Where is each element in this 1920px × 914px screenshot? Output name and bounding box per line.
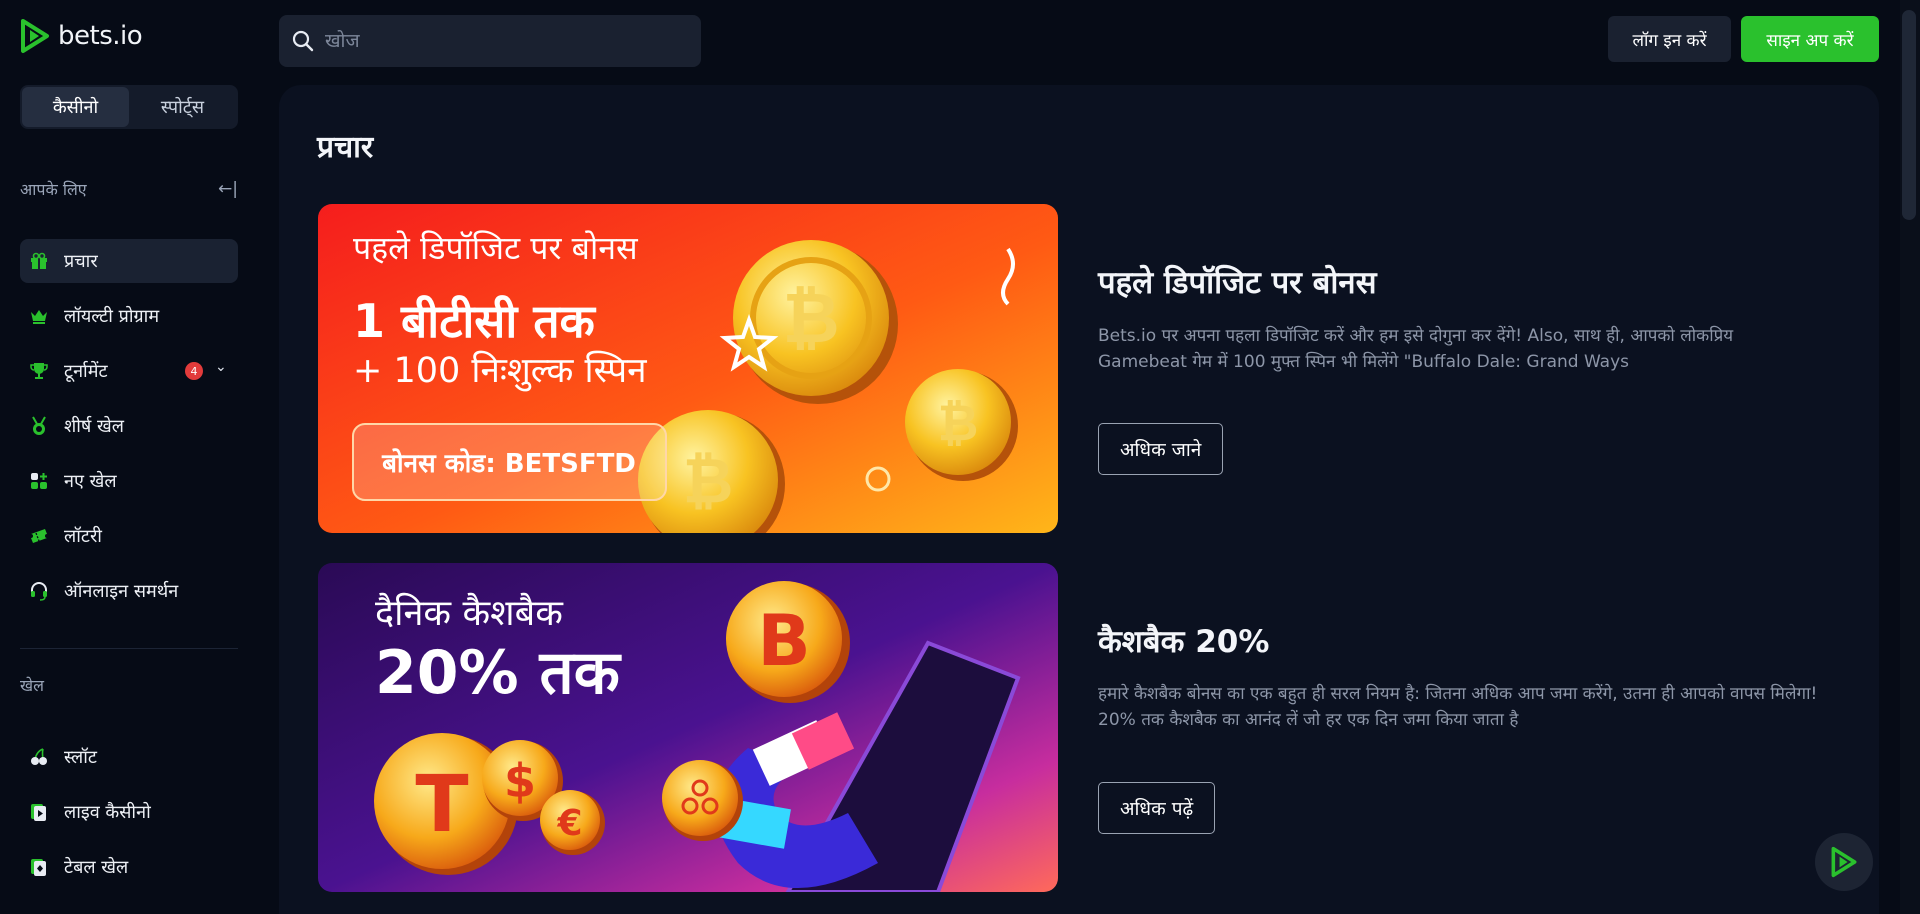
promo-title: पहले डिपॉजिट पर बोनस [1098,265,1377,301]
signup-button[interactable]: साइन अप करें [1741,16,1879,62]
mode-switch: कैसीनो स्पोर्ट्स [20,85,238,129]
for-you-header: आपके लिए ←| [20,178,238,200]
banner-bonus-code: बोनस कोड: BETSFTD [381,448,636,479]
ticket-icon [28,525,50,547]
sidebar-item-tournaments[interactable]: टूर्नामेंट 4 ⌄ [20,349,238,393]
promo-banner-cashback[interactable]: B T $ € दैनिक कैशबैक 20% तक [318,563,1058,892]
svg-text:₿: ₿ [938,394,979,452]
collapse-left-icon[interactable]: ←| [218,179,238,199]
games-section-label: खेल [20,676,44,695]
banner-line-3: + 100 निःशुल्क स्पिन [353,350,647,392]
svg-text:₿: ₿ [683,444,734,517]
brand-logo[interactable]: bets.io [20,18,143,54]
trophy-icon [28,360,50,382]
casino-tab[interactable]: कैसीनो [22,87,129,127]
sidebar-item-label: ऑनलाइन समर्थन [64,581,179,602]
sidebar-item-label: लाइव कैसीनो [64,802,151,823]
headset-icon [28,580,50,602]
sidebar-item-label: नए खेल [64,471,117,492]
for-you-label: आपके लिए [20,180,87,199]
cashback-banner-art: B T $ € दैनिक कैशबैक 20% तक [318,563,1058,892]
promo-banner-first-deposit[interactable]: ₿ ₿ ₿ पहले डिपॉजिट पर बोनस 1 बीटीसी तक +… [318,204,1058,533]
sidebar-item-lottery[interactable]: लॉटरी [20,514,238,558]
promo-description: Bets.io पर अपना पहला डिपॉजिट करें और हम … [1098,326,1734,372]
crown-icon [28,305,50,327]
read-more-button[interactable]: अधिक पढ़ें [1098,782,1216,834]
bets-logo-icon [21,19,49,53]
scrollbar-thumb[interactable] [1902,10,1916,220]
sidebar-item-label: शीर्ष खेल [64,416,124,437]
learn-more-button[interactable]: अधिक जाने [1098,423,1224,475]
games-header: खेल [20,674,238,696]
login-button[interactable]: लॉग इन करें [1608,16,1731,62]
floating-app-button[interactable] [1815,833,1873,891]
gift-icon [28,250,50,272]
search-bar[interactable] [279,15,701,67]
tournament-count-badge: 4 [185,362,203,380]
new-games-icon [28,470,50,492]
sidebar-item-label: टूर्नामेंट [64,361,108,382]
svg-text:€: € [556,803,582,844]
search-input[interactable] [325,30,685,52]
live-casino-icon [28,801,50,823]
sidebar-item-promotions[interactable]: प्रचार [20,239,238,283]
svg-text:₿: ₿ [782,277,839,359]
banner-line-2: 20% तक [375,638,622,708]
svg-text:$: $ [504,754,536,808]
sidebar-item-label: स्लॉट [64,747,97,768]
sidebar-item-loyalty[interactable]: लॉयल्टी प्रोग्राम [20,294,238,338]
main-content: प्रचार ₿ ₿ ₿ पहले डिपॉजिट पर बोनस 1 बीटी… [279,85,1879,914]
sidebar-item-support[interactable]: ऑनलाइन समर्थन [20,569,238,613]
banner-line-2: 1 बीटीसी तक [353,294,597,348]
sidebar: bets.io कैसीनो स्पोर्ट्स आपके लिए ←| प्र… [0,0,258,914]
sidebar-item-slots[interactable]: स्लॉट [20,735,238,779]
sports-tab[interactable]: स्पोर्ट्स [129,87,236,127]
sidebar-item-top-games[interactable]: शीर्ष खेल [20,404,238,448]
chevron-down-icon[interactable]: ⌄ [215,359,227,375]
first-deposit-banner-art: ₿ ₿ ₿ पहले डिपॉजिट पर बोनस 1 बीटीसी तक +… [318,204,1058,533]
sidebar-item-new-games[interactable]: नए खेल [20,459,238,503]
sidebar-item-label: टेबल खेल [64,857,129,878]
sidebar-item-label: लॉटरी [64,526,102,547]
sidebar-item-label: लॉयल्टी प्रोग्राम [64,306,160,327]
search-icon [292,30,314,52]
cherry-icon [28,746,50,768]
banner-line-1: दैनिक कैशबैक [375,592,564,634]
sidebar-item-live-casino[interactable]: लाइव कैसीनो [20,790,238,834]
bets-logo-icon [1831,846,1857,878]
sidebar-divider [20,648,238,649]
promo-title: कैशबैक 20% [1098,624,1270,660]
main-nav: प्रचार लॉयल्टी प्रोग्राम टूर्नामेंट 4 ⌄ … [20,239,238,624]
promo-description: हमारे कैशबैक बोनस का एक बहुत ही सरल नियम… [1098,684,1818,730]
brand-name: bets.io [58,21,143,51]
medal-icon [28,415,50,437]
svg-text:B: B [757,600,810,682]
svg-text:T: T [415,760,468,850]
table-games-icon [28,856,50,878]
sidebar-item-table-games[interactable]: टेबल खेल [20,845,238,889]
banner-line-1: पहले डिपॉजिट पर बोनस [353,229,639,267]
sidebar-item-label: प्रचार [64,251,98,272]
page-title: प्रचार [317,130,374,165]
games-nav: स्लॉट लाइव कैसीनो टेबल खेल [20,735,238,900]
